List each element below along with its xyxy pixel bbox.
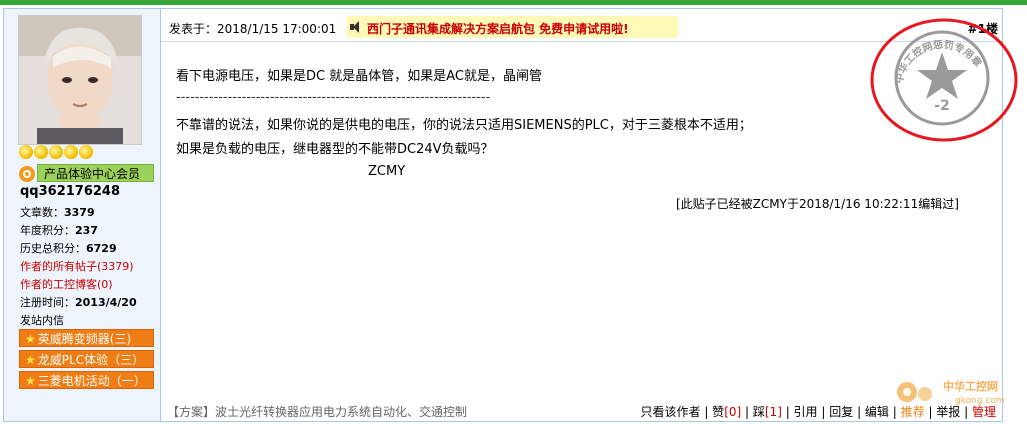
post-footer: 【方案】波士光纤转换器应用电力系统自动化、交通控制 只看该作者 | 赞[0] |… (161, 399, 1002, 421)
send-pm-link[interactable]: 发站内信 (20, 312, 64, 328)
star-icon (79, 145, 93, 159)
blog-link[interactable]: 作者的工控博客(0) (20, 276, 113, 292)
moon-icon (34, 145, 48, 159)
watermark-url: gkong.com (955, 396, 1005, 406)
moon-icon (19, 145, 33, 159)
post-line-2: 不靠谱的说法，如果你说的是供电的电压，你的说法只适用SIEMENS的PLC，对于… (176, 118, 752, 133)
edit-button[interactable]: 编辑 (865, 405, 889, 419)
penalty-stamp: -2 中华工控网惩罚专用章 (870, 18, 1018, 142)
activity-badge-longwei[interactable]: ★ 龙威PLC体验（三） (19, 350, 154, 368)
member-badge[interactable]: 产品体验中心会员 (37, 164, 154, 182)
only-author-link[interactable]: 只看该作者 (640, 405, 700, 419)
star-icon (64, 145, 78, 159)
user-panel: 产品体验中心会员 qq362176248 文章数：3379 年度积分：237 历… (4, 9, 161, 421)
username[interactable]: qq362176248 (20, 184, 120, 199)
post-frame: 产品体验中心会员 qq362176248 文章数：3379 年度积分：237 历… (3, 8, 1003, 422)
stat-article-count: 文章数：3379 (20, 206, 95, 219)
register-time: 注册时间：2013/4/20 (20, 296, 137, 309)
gkong-watermark: 中华工控网 gkong.com (897, 379, 1005, 406)
separator: | (781, 405, 794, 419)
avatar[interactable] (18, 15, 142, 145)
stat-total-points: 历史总积分：6729 (20, 242, 117, 255)
stat-annual-points: 年度积分：237 (20, 224, 98, 237)
gear-icon (918, 387, 932, 401)
star-icon: ★ (25, 374, 36, 388)
post-signature: ZCMY (368, 164, 406, 179)
quote-button[interactable]: 引用 (794, 405, 818, 419)
member-gear-icon (19, 166, 35, 182)
top-accent-bar (0, 0, 1027, 5)
footer-ad-link[interactable]: 【方案】波士光纤转换器应用电力系统自动化、交通控制 (167, 403, 467, 420)
star-icon: ★ (25, 353, 36, 367)
ad-text[interactable]: 西门子通讯集成解决方案启航包 免费申请试用啦! (367, 20, 629, 37)
activity-badge-mitsubishi[interactable]: ★ 三菱电机活动（一） (19, 371, 154, 389)
post-time: 发表于：2018/1/15 17:00:01 (169, 22, 337, 36)
like-button[interactable]: 赞[0] (712, 405, 741, 419)
reply-button[interactable]: 回复 (829, 405, 853, 419)
separator: | (853, 405, 865, 419)
post-divider-line: ----------------------------------------… (176, 90, 491, 105)
edit-note: [此贴子已经被ZCMY于2018/1/16 10:22:11编辑过] (676, 197, 959, 211)
post-line-3: 如果是负载的电压，继电器型的不能带DC24V负载吗？ (176, 142, 494, 157)
level-stars (19, 145, 94, 161)
ad-banner[interactable]: 西门子通讯集成解决方案启航包 免费申请试用啦! (347, 16, 678, 38)
moon-icon (49, 145, 63, 159)
post-line-1: 看下电源电压，如果是DC 就是晶体管，如果是AC就是，晶闸管 (176, 69, 542, 84)
dislike-button[interactable]: 踩[1] (753, 405, 782, 419)
stamp-value: -2 (934, 98, 950, 114)
separator: | (700, 405, 713, 419)
avatar-image (19, 16, 141, 144)
all-posts-link[interactable]: 作者的所有帖子(3379) (20, 258, 134, 274)
watermark-text: 中华工控网 (943, 379, 998, 393)
separator: | (817, 405, 830, 419)
activity-badge-invt[interactable]: ★ 英威腾变频器(三) (19, 329, 154, 347)
star-icon: ★ (25, 332, 36, 346)
stamp-star-icon (917, 52, 967, 99)
separator: | (741, 405, 753, 419)
